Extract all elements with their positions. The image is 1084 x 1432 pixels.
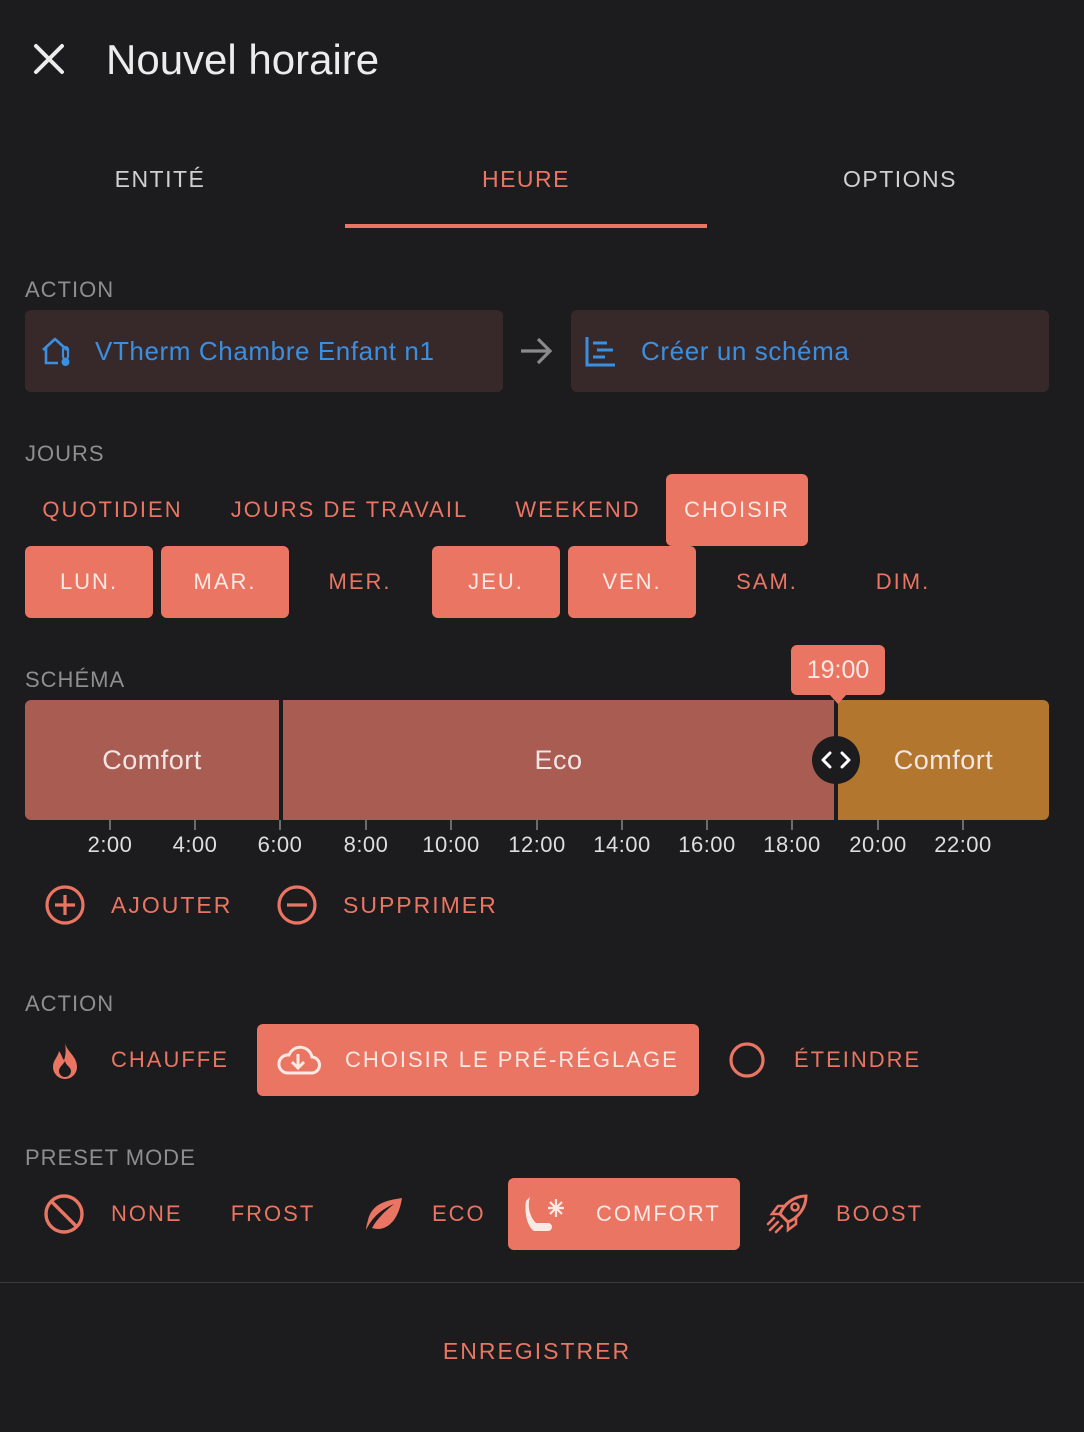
day-saturday[interactable]: SAM. — [703, 546, 831, 618]
tick-mark — [279, 820, 281, 830]
preset-option-comfort[interactable]: COMFORT — [508, 1178, 740, 1250]
tick-mark — [791, 820, 793, 830]
day-thursday[interactable]: JEU. — [432, 546, 560, 618]
action-option-label: CHAUFFE — [111, 1047, 229, 1072]
tick-label: 16:00 — [678, 832, 736, 857]
tab-time[interactable]: HEURE — [345, 166, 707, 193]
remove-button[interactable]: SUPPRIMER — [276, 884, 498, 926]
preset-option-eco[interactable]: ECO — [350, 1178, 500, 1250]
schedule-segment-2[interactable]: Eco — [283, 700, 834, 820]
footer-divider — [0, 1282, 1084, 1283]
rocket-icon — [766, 1192, 810, 1236]
day-tuesday[interactable]: MAR. — [161, 546, 289, 618]
preset-option-label: NONE — [111, 1201, 183, 1226]
tick-label: 4:00 — [172, 832, 218, 857]
day-monday[interactable]: LUN. — [25, 546, 153, 618]
preset-option-frost[interactable]: FROST — [214, 1178, 332, 1250]
close-icon[interactable] — [28, 38, 70, 80]
tick-mark — [536, 820, 538, 830]
action-option-label: ÉTEINDRE — [794, 1047, 922, 1072]
tick-label: 6:00 — [257, 832, 303, 857]
day-sunday[interactable]: DIM. — [839, 546, 967, 618]
add-button-label: AJOUTER — [111, 891, 233, 918]
tick-label: 8:00 — [343, 832, 389, 857]
tooltip-pointer — [829, 694, 847, 704]
dialog-title: Nouvel horaire — [106, 36, 380, 83]
action-option-preset[interactable]: CHOISIR LE PRÉ-RÉGLAGE — [257, 1024, 699, 1096]
circle-outline-icon — [728, 1041, 766, 1079]
schedule-section-label: SCHÉMA — [25, 667, 126, 692]
cancel-icon — [43, 1193, 85, 1235]
service-name: Créer un schéma — [641, 335, 850, 366]
leaf-icon — [362, 1194, 406, 1234]
tick-label: 20:00 — [849, 832, 907, 857]
save-button[interactable]: ENREGISTRER — [0, 1338, 1074, 1365]
preset-option-label: BOOST — [836, 1201, 924, 1226]
days-preset-custom[interactable]: CHOISIR — [666, 474, 808, 546]
preset-option-boost[interactable]: BOOST — [756, 1178, 946, 1250]
tick-mark — [365, 820, 367, 830]
preset-option-label: FROST — [230, 1201, 316, 1226]
entity-name: VTherm Chambre Enfant n1 — [95, 335, 435, 366]
days-preset-workdays[interactable]: JOURS DE TRAVAIL — [212, 474, 487, 546]
day-friday[interactable]: VEN. — [568, 546, 696, 618]
minus-circle-icon — [276, 884, 318, 926]
tick-mark — [962, 820, 964, 830]
tick-mark — [109, 820, 111, 830]
tick-mark — [877, 820, 879, 830]
tab-options[interactable]: OPTIONS — [800, 166, 1000, 193]
cloud-download-icon — [275, 1042, 321, 1078]
drag-handle-icon[interactable] — [812, 736, 860, 784]
active-tab-indicator — [345, 224, 707, 228]
action-option-label: CHOISIR LE PRÉ-RÉGLAGE — [345, 1047, 679, 1072]
entity-selector[interactable]: VTherm Chambre Enfant n1 — [25, 310, 503, 392]
remove-button-label: SUPPRIMER — [343, 891, 498, 918]
schedule-segment-3[interactable]: Comfort — [838, 700, 1049, 820]
tick-mark — [621, 820, 623, 830]
time-marker-tooltip: 19:00 — [791, 645, 885, 695]
action-type-section-label: ACTION — [25, 991, 115, 1016]
days-preset-weekend[interactable]: WEEKEND — [500, 474, 656, 546]
action-option-off[interactable]: ÉTEINDRE — [712, 1024, 944, 1096]
tick-mark — [706, 820, 708, 830]
plus-circle-icon — [44, 884, 86, 926]
preset-mode-section-label: PRESET MODE — [25, 1145, 196, 1170]
tick-label: 14:00 — [593, 832, 651, 857]
schedule-segment-1[interactable]: Comfort — [25, 700, 279, 820]
service-selector[interactable]: Créer un schéma — [571, 310, 1049, 392]
tick-label: 2:00 — [87, 832, 133, 857]
days-section-label: JOURS — [25, 441, 105, 466]
fire-icon — [47, 1040, 83, 1080]
preset-option-label: COMFORT — [596, 1201, 721, 1226]
tab-entity[interactable]: ENTITÉ — [60, 166, 260, 193]
tick-mark — [194, 820, 196, 830]
day-wednesday[interactable]: MER. — [296, 546, 424, 618]
add-button[interactable]: AJOUTER — [44, 884, 232, 926]
tick-label: 22:00 — [934, 832, 992, 857]
tick-label: 10:00 — [422, 832, 480, 857]
home-thermometer-icon — [39, 333, 75, 369]
action-option-heat[interactable]: CHAUFFE — [25, 1024, 247, 1096]
seat-snowflake-icon — [522, 1193, 568, 1235]
tick-label: 18:00 — [763, 832, 821, 857]
arrow-right-icon — [518, 334, 554, 373]
tick-label: 12:00 — [508, 832, 566, 857]
action-section-label: ACTION — [25, 277, 115, 302]
preset-option-label: ECO — [432, 1201, 486, 1226]
days-preset-daily[interactable]: QUOTIDIEN — [25, 474, 200, 546]
tick-mark — [450, 820, 452, 830]
preset-option-none[interactable]: NONE — [25, 1178, 205, 1250]
timeline-chart-icon — [583, 333, 619, 369]
